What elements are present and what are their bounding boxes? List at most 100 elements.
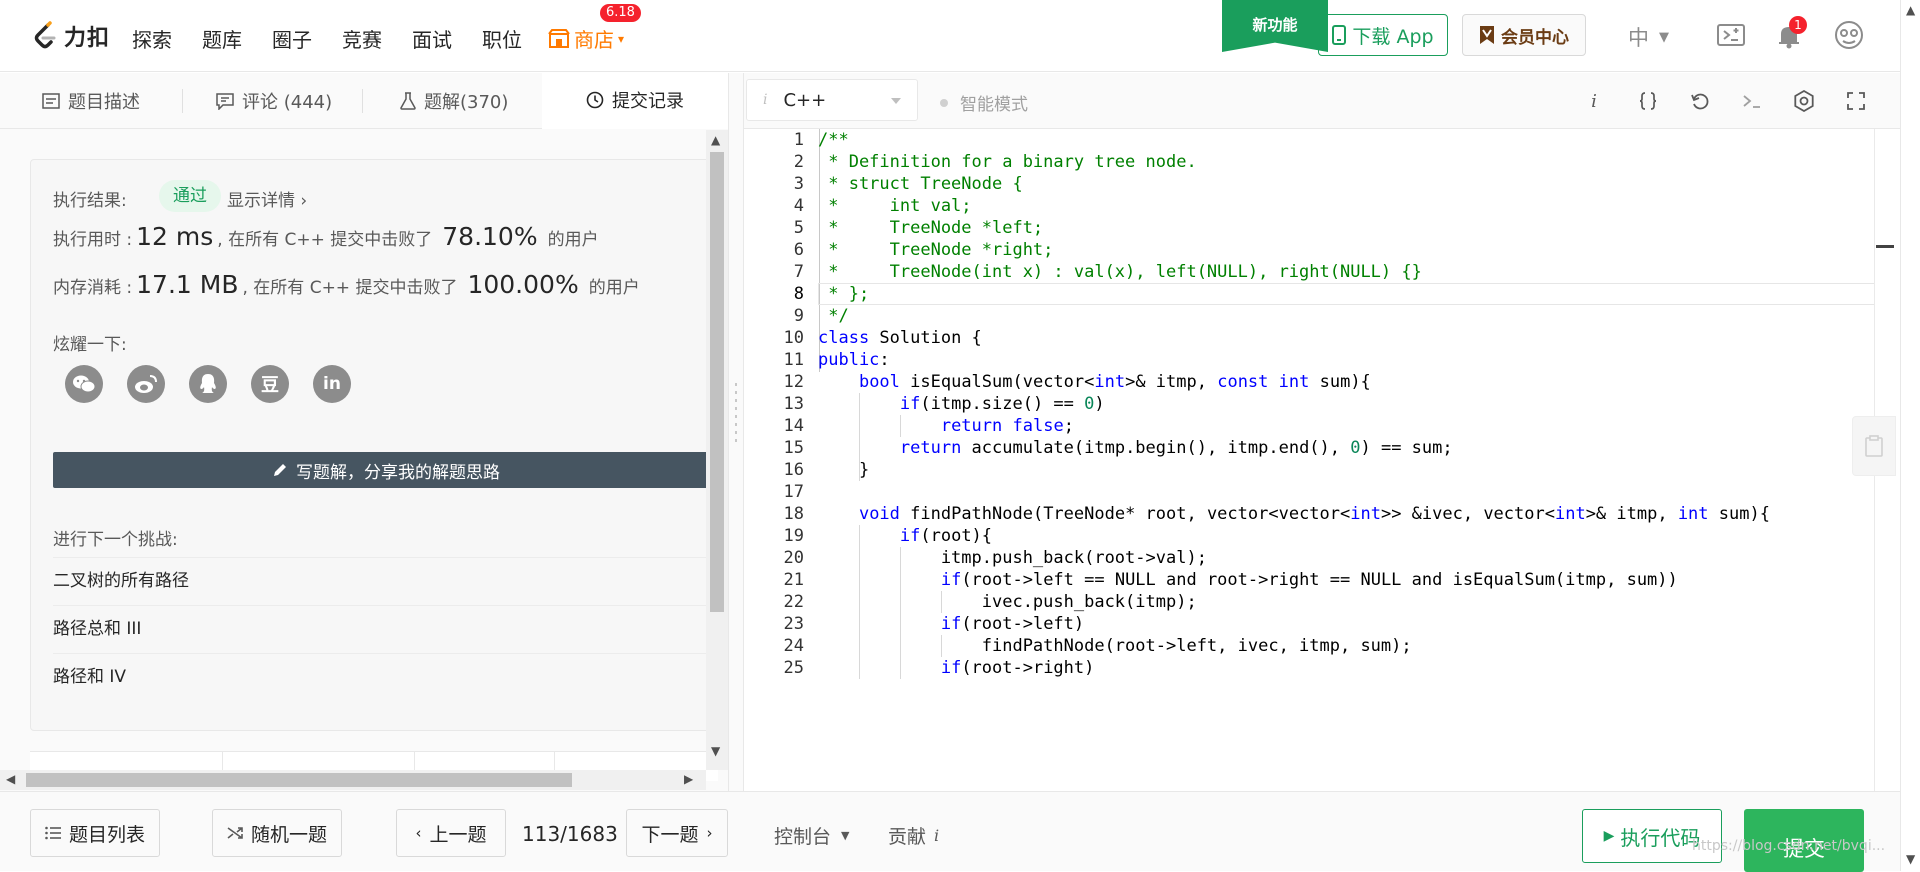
indent-guide (859, 525, 860, 679)
code-line[interactable]: return accumulate(itmp.begin(), itmp.end… (818, 437, 1453, 459)
terminal-icon[interactable] (1738, 87, 1766, 115)
vip-center-button[interactable]: 会员中心 (1462, 14, 1586, 56)
code-editor[interactable]: 1 2 3 4 5 6 7 8 9 10 11 12 13 14 15 16 17 18 19 20 21 22 23 24 2… (744, 129, 1894, 791)
flask-icon (400, 92, 416, 110)
vip-badge-icon (1480, 26, 1494, 44)
nav-item-interview[interactable]: 面试 (412, 24, 452, 53)
line-number: 10 (783, 328, 804, 348)
code-line[interactable]: * }; (818, 283, 869, 305)
code-line[interactable]: */ (818, 305, 848, 327)
next-challenge-item[interactable]: 路径总和 III (53, 605, 719, 653)
share-label: 炫耀一下: (53, 335, 127, 355)
submission-result-card: 执行结果: 通过 显示详情 › 执行用时 : 12 ms , 在所有 C++ 提… (30, 159, 719, 731)
tab-submissions[interactable]: 提交记录 (542, 73, 728, 129)
clock-icon (586, 91, 604, 109)
settings-icon[interactable] (1790, 87, 1818, 115)
code-line[interactable]: /** (818, 129, 849, 151)
tab-description[interactable]: 题目描述 (42, 73, 140, 129)
left-panel-vertical-scrollbar[interactable]: ▲ ▼ (706, 130, 728, 770)
language-switcher[interactable]: 中 ▼ (1628, 22, 1669, 52)
problem-list-button[interactable]: 题目列表 (30, 809, 160, 857)
language-select[interactable]: i C++ (746, 79, 918, 121)
code-line[interactable]: itmp.push_back(root->val); (818, 547, 1207, 569)
nav-item-problems[interactable]: 题库 (202, 24, 242, 53)
code-line[interactable]: } (818, 459, 869, 481)
info-icon: i (763, 92, 768, 108)
code-line[interactable]: if(itmp.size() == 0) (818, 393, 1105, 415)
fullscreen-icon[interactable] (1842, 87, 1870, 115)
code-line[interactable]: if(root){ (818, 525, 992, 547)
leetcode-logo[interactable]: 力扣 (30, 20, 110, 52)
next-challenge-item[interactable]: 路径和 IV (53, 653, 719, 701)
next-problem-button[interactable]: 下一题 › (626, 809, 728, 857)
code-line[interactable]: * TreeNode *left; (818, 217, 1043, 239)
clipboard-icon[interactable] (1852, 416, 1896, 476)
code-line[interactable]: if(root->left) (818, 613, 1084, 635)
left-panel-horizontal-scrollbar[interactable]: ◀ ▶ (0, 770, 706, 790)
avatar-icon[interactable] (1834, 20, 1864, 50)
run-code-button[interactable]: ▶ 执行代码 (1582, 809, 1722, 863)
random-problem-button[interactable]: 随机一题 (212, 809, 342, 857)
contribute-link[interactable]: 贡献 i (888, 822, 939, 849)
code-line[interactable]: * TreeNode(int x) : val(x), left(NULL), … (818, 261, 1422, 283)
scroll-thumb[interactable] (26, 773, 572, 787)
panel-splitter[interactable] (728, 73, 744, 791)
chevron-down-icon: ▾ (618, 31, 625, 46)
nav-item-circle[interactable]: 圈子 (272, 24, 312, 53)
scroll-down-icon[interactable]: ▼ (711, 744, 720, 758)
douban-icon[interactable]: 豆 (251, 365, 289, 403)
nav-item-store[interactable]: 商店 ▾ (548, 24, 624, 53)
scroll-up-icon[interactable]: ▲ (1906, 3, 1915, 17)
show-details-link[interactable]: 显示详情 › (227, 186, 307, 211)
code-line[interactable]: public: (818, 349, 890, 371)
memory-percent: 100.00% (467, 270, 579, 299)
code-line[interactable]: * int val; (818, 195, 971, 217)
new-feature-ribbon[interactable]: 新功能 (1222, 0, 1328, 52)
reset-icon[interactable] (1686, 87, 1714, 115)
code-line[interactable]: * struct TreeNode { (818, 173, 1022, 195)
scroll-left-icon[interactable]: ◀ (6, 772, 15, 786)
chevron-down-icon (891, 98, 901, 104)
code-line[interactable]: bool isEqualSum(vector<int>& itmp, const… (818, 371, 1371, 393)
wechat-glyph (73, 375, 96, 393)
prev-problem-button[interactable]: ‹ 上一题 (396, 809, 506, 857)
tab-divider (362, 89, 363, 113)
console-toggle[interactable]: 控制台 ▼ (774, 822, 849, 849)
scroll-up-icon[interactable]: ▲ (711, 133, 720, 147)
code-line[interactable]: class Solution { (818, 327, 982, 349)
line-number: 8 (793, 284, 804, 304)
line-number: 7 (793, 262, 804, 282)
nav-item-jobs[interactable]: 职位 (482, 24, 522, 53)
code-line[interactable]: if(root->left == NULL and root->right ==… (818, 569, 1678, 591)
scroll-right-icon[interactable]: ▶ (684, 772, 693, 786)
line-number: 3 (793, 174, 804, 194)
code-line[interactable]: * TreeNode *right; (818, 239, 1053, 261)
tab-comments[interactable]: 评论 (444) (216, 73, 332, 129)
nav-item-contest[interactable]: 竞赛 (342, 24, 382, 53)
info-icon[interactable]: i (1580, 87, 1608, 115)
qq-icon[interactable] (189, 365, 227, 403)
smart-mode-toggle[interactable]: 智能模式 (940, 90, 1028, 115)
scroll-thumb[interactable] (710, 152, 724, 612)
weibo-icon[interactable] (127, 365, 165, 403)
page-vertical-scrollbar[interactable]: ▲ ▼ (1900, 0, 1920, 871)
line-number: 21 (783, 570, 804, 590)
linkedin-icon[interactable]: in (313, 365, 351, 403)
nav-item-explore[interactable]: 探索 (132, 24, 172, 53)
playground-icon[interactable] (1716, 20, 1746, 50)
code-line[interactable]: void findPathNode(TreeNode* root, vector… (818, 503, 1770, 525)
tab-solutions[interactable]: 题解(370) (400, 73, 508, 129)
write-solution-button[interactable]: 写题解，分享我的解题思路 (53, 452, 719, 488)
line-number: 2 (793, 152, 804, 172)
code-line[interactable]: * Definition for a binary tree node. (818, 151, 1196, 173)
code-line[interactable]: ivec.push_back(itmp); (818, 591, 1197, 613)
next-challenge-item[interactable]: 二叉树的所有路径 (53, 557, 719, 605)
tab-comments-label: 评论 (444) (242, 92, 333, 113)
download-app-button[interactable]: 下载 App (1318, 14, 1448, 56)
braces-icon[interactable] (1634, 87, 1662, 115)
scroll-down-icon[interactable]: ▼ (1906, 852, 1915, 866)
vip-center-label: 会员中心 (1501, 27, 1569, 48)
code-line[interactable]: findPathNode(root->left, ivec, itmp, sum… (818, 635, 1412, 657)
code-line[interactable]: return false; (818, 415, 1074, 437)
wechat-icon[interactable] (65, 365, 103, 403)
